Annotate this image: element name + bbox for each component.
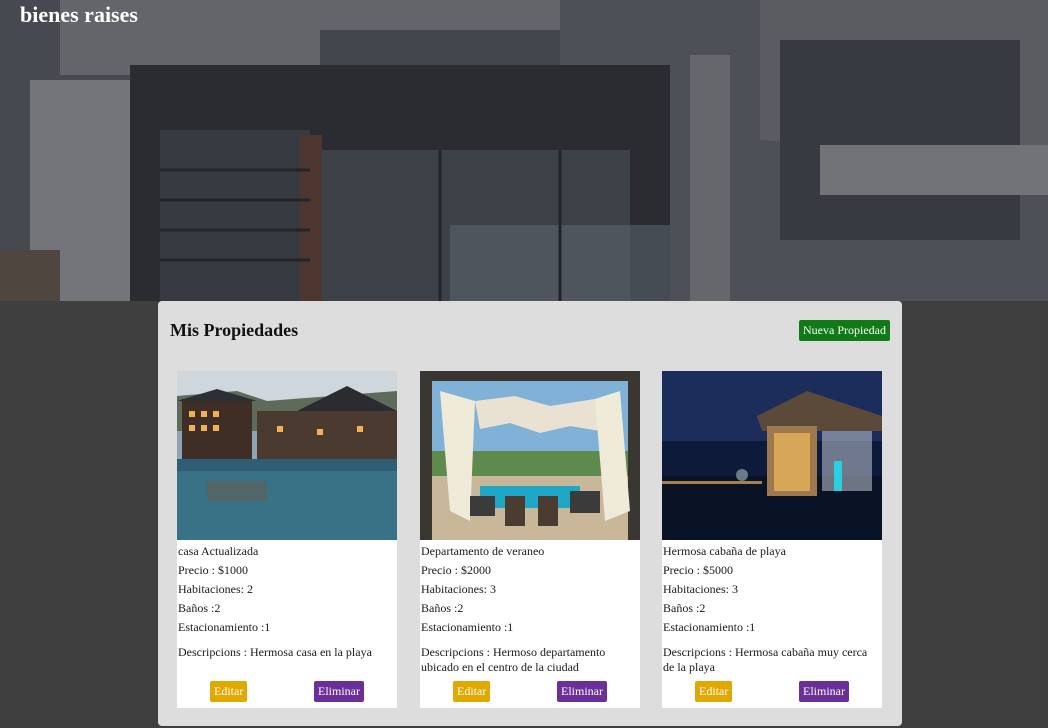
property-description: Descripcions : Hermosa cabaña muy cerca … — [663, 645, 868, 674]
property-title: Hermosa cabaña de playa — [663, 544, 786, 558]
property-card: Hermosa cabaña de playa Precio : $5000 H… — [662, 371, 882, 708]
property-baths: Baños :2 — [663, 601, 706, 615]
hero-banner: bienes raises — [0, 0, 1048, 301]
site-title: bienes raises — [20, 2, 138, 27]
property-photo — [177, 371, 397, 540]
property-price: Precio : $2000 — [421, 563, 491, 577]
edit-button[interactable]: Editar — [695, 681, 733, 702]
property-photo — [662, 371, 882, 540]
property-baths: Baños :2 — [421, 601, 464, 615]
page-title: Mis Propiedades — [170, 320, 299, 340]
delete-button[interactable]: Eliminar — [799, 681, 849, 702]
property-rooms: Habitaciones: 3 — [663, 582, 738, 596]
property-price: Precio : $1000 — [178, 563, 248, 577]
delete-button[interactable]: Eliminar — [314, 681, 364, 702]
property-rooms: Habitaciones: 3 — [421, 582, 496, 596]
property-title: Departamento de veraneo — [421, 544, 545, 558]
edit-button[interactable]: Editar — [453, 681, 491, 702]
property-parking: Estacionamiento :1 — [178, 620, 271, 634]
properties-panel: Mis Propiedades Nueva Propiedad casa Act… — [158, 301, 902, 726]
property-title: casa Actualizada — [178, 544, 259, 558]
property-rooms: Habitaciones: 2 — [178, 582, 253, 596]
property-card: Departamento de veraneo Precio : $2000 H… — [420, 371, 640, 708]
property-description: Descripcions : Hermoso departamento ubic… — [421, 645, 606, 674]
delete-button[interactable]: Eliminar — [557, 681, 607, 702]
new-property-button[interactable]: Nueva Propiedad — [799, 320, 890, 341]
property-price: Precio : $5000 — [663, 563, 733, 577]
property-description: Descripcions : Hermosa casa en la playa — [178, 645, 372, 659]
property-parking: Estacionamiento :1 — [421, 620, 514, 634]
property-photo — [420, 371, 640, 540]
edit-button[interactable]: Editar — [210, 681, 248, 702]
property-card: casa Actualizada Precio : $1000 Habitaci… — [177, 371, 397, 708]
property-baths: Baños :2 — [178, 601, 221, 615]
property-parking: Estacionamiento :1 — [663, 620, 756, 634]
